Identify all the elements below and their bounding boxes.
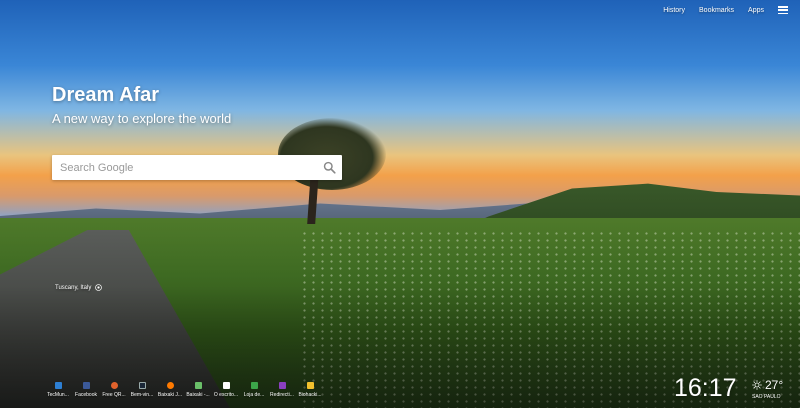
history-link[interactable]: History xyxy=(663,7,685,14)
shortcut-item[interactable]: Redirecti... xyxy=(268,382,296,398)
shortcut-item[interactable]: Baixaki J... xyxy=(156,382,184,398)
location-label: Tuscany, Italy xyxy=(55,284,92,291)
favicon-icon xyxy=(138,382,146,389)
favicon-icon xyxy=(110,382,118,389)
weather-widget[interactable]: 27° SAO PAULO xyxy=(752,378,783,400)
brand-subtitle: A new way to explore the world xyxy=(52,111,232,126)
shortcut-item[interactable]: Free QR... xyxy=(100,382,128,398)
shortcut-bar: TecMun... Facebook Free QR... Bem-vin...… xyxy=(44,382,324,398)
sun-icon xyxy=(752,380,762,390)
shortcut-label: TecMun... xyxy=(47,392,69,398)
shortcut-label: Facebook xyxy=(75,392,97,398)
search-input[interactable] xyxy=(60,155,320,180)
favicon-icon xyxy=(250,382,258,389)
shortcut-label: Biohacki... xyxy=(298,392,322,398)
bottom-vignette xyxy=(0,0,800,408)
shortcut-item[interactable]: Facebook xyxy=(72,382,100,398)
shortcut-label: Bem-vin... xyxy=(130,392,154,398)
shortcut-item[interactable]: Baixaki -... xyxy=(184,382,212,398)
favicon-icon xyxy=(54,382,62,389)
brand-title: Dream Afar xyxy=(52,84,160,106)
top-nav: History Bookmarks Apps xyxy=(663,6,788,14)
shortcut-item[interactable]: Biohacki... xyxy=(296,382,324,398)
search-box xyxy=(52,155,342,180)
background-photo xyxy=(0,0,800,408)
shortcut-item[interactable]: Bem-vin... xyxy=(128,382,156,398)
favicon-icon xyxy=(82,382,90,389)
shortcut-label: Free QR... xyxy=(102,392,126,398)
shortcut-label: Baixaki -... xyxy=(186,392,210,398)
favicon-icon xyxy=(194,382,202,389)
weather-city: SAO PAULO xyxy=(752,394,781,400)
bookmarks-link[interactable]: Bookmarks xyxy=(699,7,734,14)
weather-temperature: 27° xyxy=(765,378,784,392)
clock-time: 16:17 xyxy=(674,374,737,402)
favicon-icon xyxy=(306,382,314,389)
shortcut-label: Redirecti... xyxy=(270,392,294,398)
favicon-icon xyxy=(222,382,230,389)
info-icon[interactable] xyxy=(95,284,103,291)
shortcut-label: O escrito... xyxy=(213,392,239,398)
search-icon[interactable] xyxy=(323,161,336,174)
favicon-icon xyxy=(166,382,174,389)
shortcut-label: Loja de... xyxy=(243,392,265,398)
shortcut-label: Baixaki J... xyxy=(157,392,183,398)
apps-link[interactable]: Apps xyxy=(748,7,764,14)
shortcut-item[interactable]: O escrito... xyxy=(212,382,240,398)
shortcut-item[interactable]: Loja de... xyxy=(240,382,268,398)
shortcut-item[interactable]: TecMun... xyxy=(44,382,72,398)
hamburger-menu-icon[interactable] xyxy=(778,6,788,14)
favicon-icon xyxy=(278,382,286,389)
photo-location: Tuscany, Italy xyxy=(55,284,103,291)
